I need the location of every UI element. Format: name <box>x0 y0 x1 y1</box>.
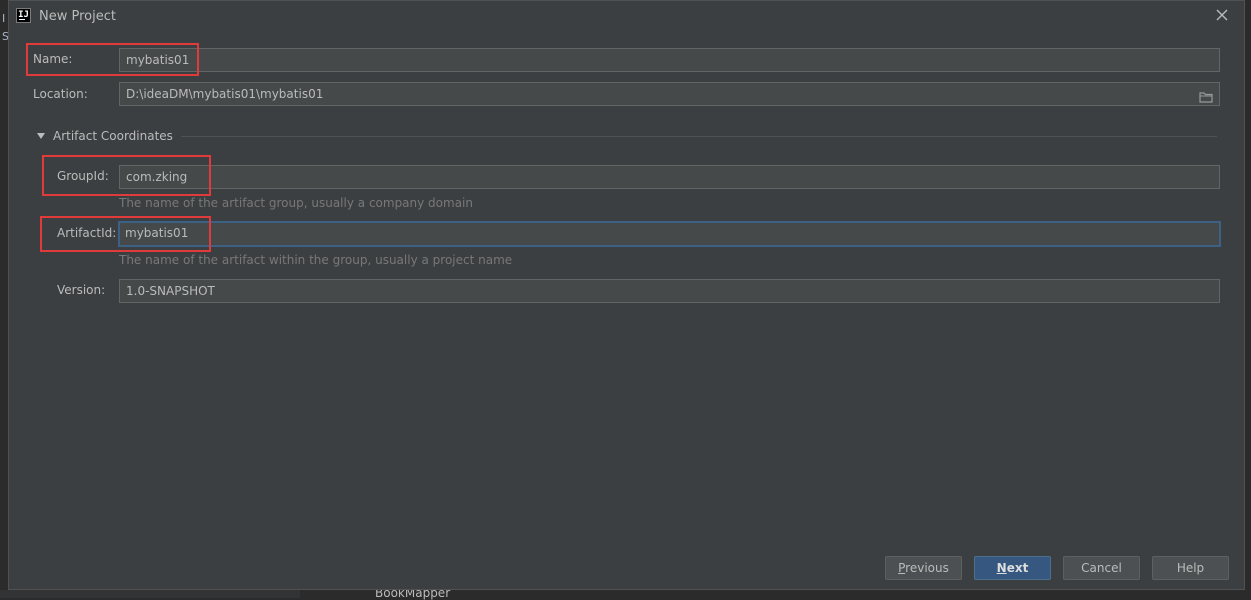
location-label: Location: <box>33 87 88 101</box>
location-input[interactable]: D:\ideaDM\mybatis01\mybatis01 <box>119 82 1220 106</box>
artifact-id-label: ArtifactId: <box>57 226 117 240</box>
previous-button[interactable]: Previous <box>885 556 962 580</box>
dialog-titlebar: IJ New Project <box>9 1 1244 31</box>
triangle-down-icon <box>37 133 45 139</box>
group-id-hint: The name of the artifact group, usually … <box>119 196 473 210</box>
intellij-idea-icon: IJ <box>16 8 31 23</box>
help-button[interactable]: Help <box>1152 556 1229 580</box>
location-value: D:\ideaDM\mybatis01\mybatis01 <box>126 87 324 101</box>
dialog-title: New Project <box>39 9 116 24</box>
close-icon[interactable] <box>1214 7 1230 23</box>
cancel-button[interactable]: Cancel <box>1063 556 1140 580</box>
version-input[interactable]: 1.0-SNAPSHOT <box>119 279 1220 303</box>
artifact-coordinates-title: Artifact Coordinates <box>53 129 173 143</box>
next-button[interactable]: Next <box>974 556 1051 580</box>
section-divider <box>181 136 1217 137</box>
folder-icon[interactable] <box>1199 88 1213 103</box>
group-id-label: GroupId: <box>57 169 109 183</box>
background-strip <box>0 590 300 598</box>
name-input[interactable]: mybatis01 <box>119 48 1220 72</box>
name-label: Name: <box>33 52 73 66</box>
group-id-input[interactable]: com.zking <box>119 165 1220 189</box>
version-label: Version: <box>57 283 106 297</box>
artifact-id-input[interactable]: mybatis01 <box>118 221 1221 247</box>
new-project-dialog: IJ New Project Name: mybatis01 Location:… <box>8 0 1245 590</box>
artifact-id-hint: The name of the artifact within the grou… <box>119 253 513 267</box>
